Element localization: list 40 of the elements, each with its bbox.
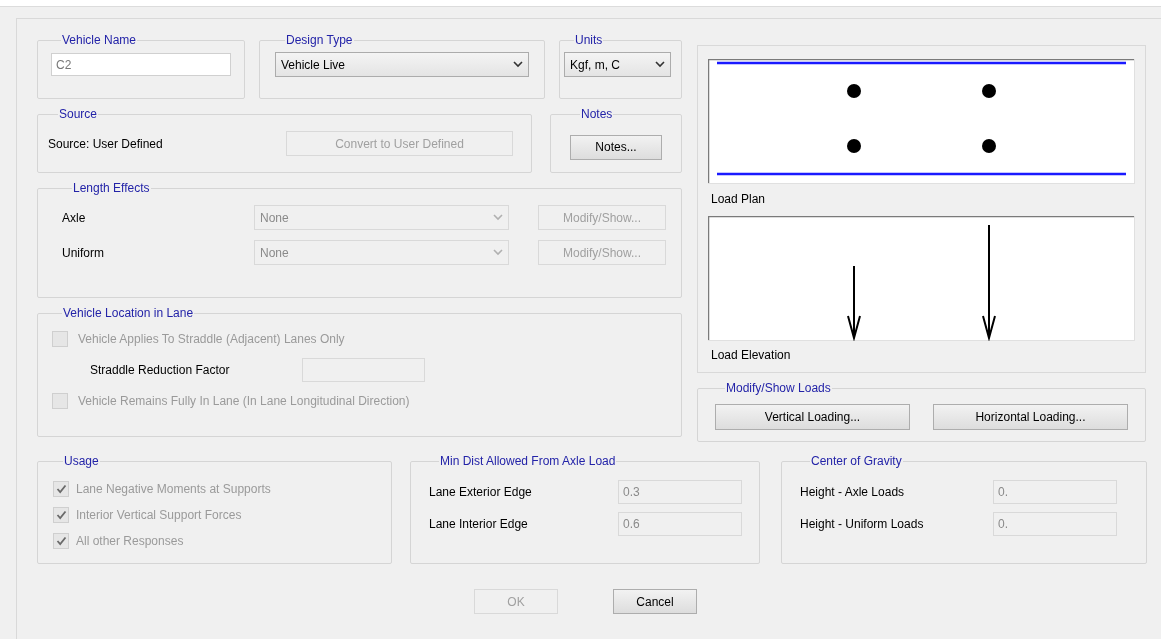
check-icon [55, 484, 67, 494]
group-title: Center of Gravity [810, 454, 903, 468]
push-button[interactable]: Cancel [613, 589, 697, 614]
group-title: Length Effects [72, 181, 151, 195]
label: Load Plan [711, 192, 766, 206]
label: Lane Exterior Edge [429, 484, 533, 501]
label: Axle [62, 209, 87, 227]
chevron-down-icon [513, 61, 523, 68]
push-button[interactable]: Horizontal Loading... [933, 404, 1128, 430]
label: Uniform [62, 244, 105, 262]
label: Vehicle Remains Fully In Lane (In Lane Longitudinal Direction) [78, 393, 410, 410]
group-title: Notes [580, 107, 614, 121]
push-button[interactable]: Vertical Loading... [715, 404, 910, 430]
group-title: Design Type [285, 33, 354, 47]
group-title: Source [58, 107, 99, 121]
chevron-down-icon [493, 214, 503, 221]
group-title: Modify/Show Loads [725, 381, 832, 395]
check-icon [55, 510, 67, 520]
dropdown[interactable]: Kgf, m, C [564, 52, 671, 77]
label: Height - Uniform Loads [800, 516, 925, 533]
label: Height - Axle Loads [800, 484, 906, 501]
check-icon [55, 536, 67, 546]
input-field[interactable]: C2 [51, 53, 231, 76]
push-button[interactable]: Notes... [570, 134, 662, 160]
label: Load Elevation [711, 348, 791, 362]
label: Interior Vertical Support Forces [76, 507, 242, 524]
group-title: Vehicle Name [61, 33, 138, 47]
label: Lane Negative Moments at Supports [76, 481, 271, 498]
label: Vehicle Applies To Straddle (Adjacent) Lanes Only [78, 331, 345, 348]
group-title: Min Dist Allowed From Axle Load [439, 454, 617, 468]
chevron-down-icon [655, 61, 665, 68]
dropdown[interactable]: Vehicle Live [275, 52, 529, 77]
group-title: Usage [63, 454, 100, 468]
group-title: Units [574, 33, 604, 47]
label: Source: User Defined [48, 135, 163, 153]
group-title: Vehicle Location in Lane [62, 306, 195, 320]
label: All other Responses [76, 533, 184, 550]
label: Straddle Reduction Factor [90, 362, 231, 379]
chevron-down-icon [493, 249, 503, 256]
label: Lane Interior Edge [429, 516, 529, 533]
